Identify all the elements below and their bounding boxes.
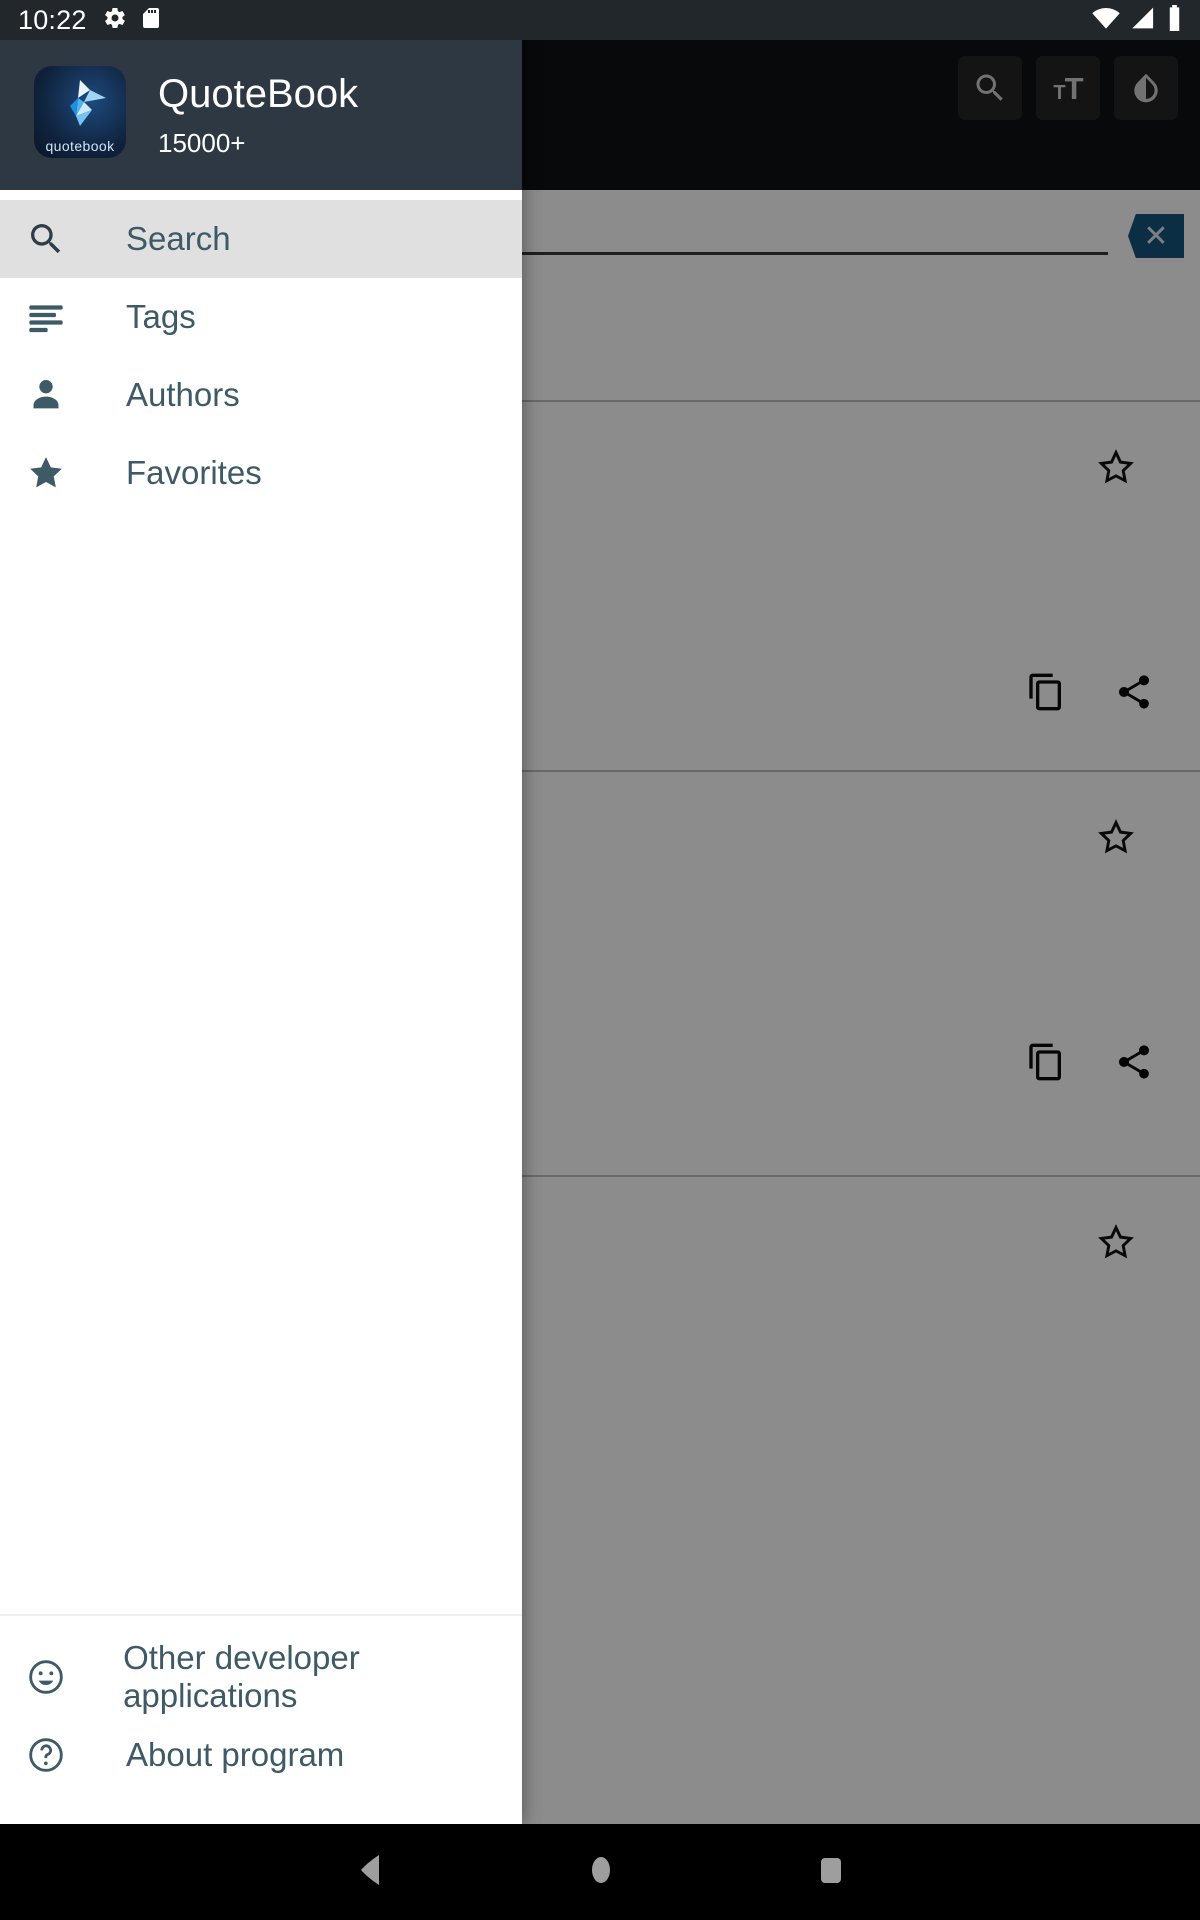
drawer-spacer (0, 512, 522, 1614)
home-circle-icon[interactable] (587, 1851, 615, 1894)
sidebar-item-label: Tags (126, 298, 196, 335)
app-icon: quotebook (34, 66, 126, 158)
battery-icon (1167, 4, 1182, 36)
search-icon (26, 219, 84, 259)
sidebar-item-other-apps[interactable]: Other developer applications (0, 1638, 522, 1716)
tags-icon (26, 297, 84, 337)
cellular-signal-icon (1131, 5, 1157, 36)
sidebar-item-search[interactable]: Search (0, 200, 522, 278)
app-icon-brand: quotebook (45, 138, 115, 154)
sidebar-item-label: Search (126, 220, 231, 257)
sidebar-item-label: Authors (126, 376, 240, 413)
sidebar-item-tags[interactable]: Tags (0, 278, 522, 356)
drawer-footer-list: Other developer applications About progr… (0, 1614, 522, 1824)
settings-gear-icon (103, 6, 127, 35)
app-subtitle: 15000+ (158, 128, 246, 158)
app-title: QuoteBook (158, 72, 359, 116)
sidebar-item-label: Other developer applications (123, 1639, 360, 1714)
person-icon (26, 375, 84, 415)
status-left-icons (103, 6, 163, 35)
sd-card-icon (139, 6, 163, 35)
star-filled-icon (26, 453, 84, 493)
status-time: 10:22 (18, 4, 87, 35)
recents-square-icon[interactable] (815, 1851, 847, 1894)
navigation-drawer: quotebook QuoteBook 15000+ Search Tags A… (0, 0, 522, 1824)
wifi-icon (1091, 5, 1121, 36)
sidebar-item-label: Favorites (126, 454, 262, 491)
bird-logo-icon (50, 76, 112, 132)
phone-screen: TT ✕ oduce random quotes heard a horse s… (0, 0, 1200, 1920)
back-triangle-icon[interactable] (353, 1851, 387, 1894)
sidebar-item-authors[interactable]: Authors (0, 356, 522, 434)
system-navigation-bar (0, 1824, 1200, 1920)
sidebar-item-label: About program (126, 1736, 345, 1773)
sidebar-item-about[interactable]: About program (0, 1716, 522, 1794)
drawer-nav-list: Search Tags Authors Favorites (0, 190, 522, 512)
help-circle-icon (26, 1735, 84, 1775)
status-right-icons (1091, 4, 1182, 36)
smiley-icon (26, 1657, 81, 1697)
sidebar-item-favorites[interactable]: Favorites (0, 434, 522, 512)
status-bar: 10:22 (0, 0, 1200, 40)
